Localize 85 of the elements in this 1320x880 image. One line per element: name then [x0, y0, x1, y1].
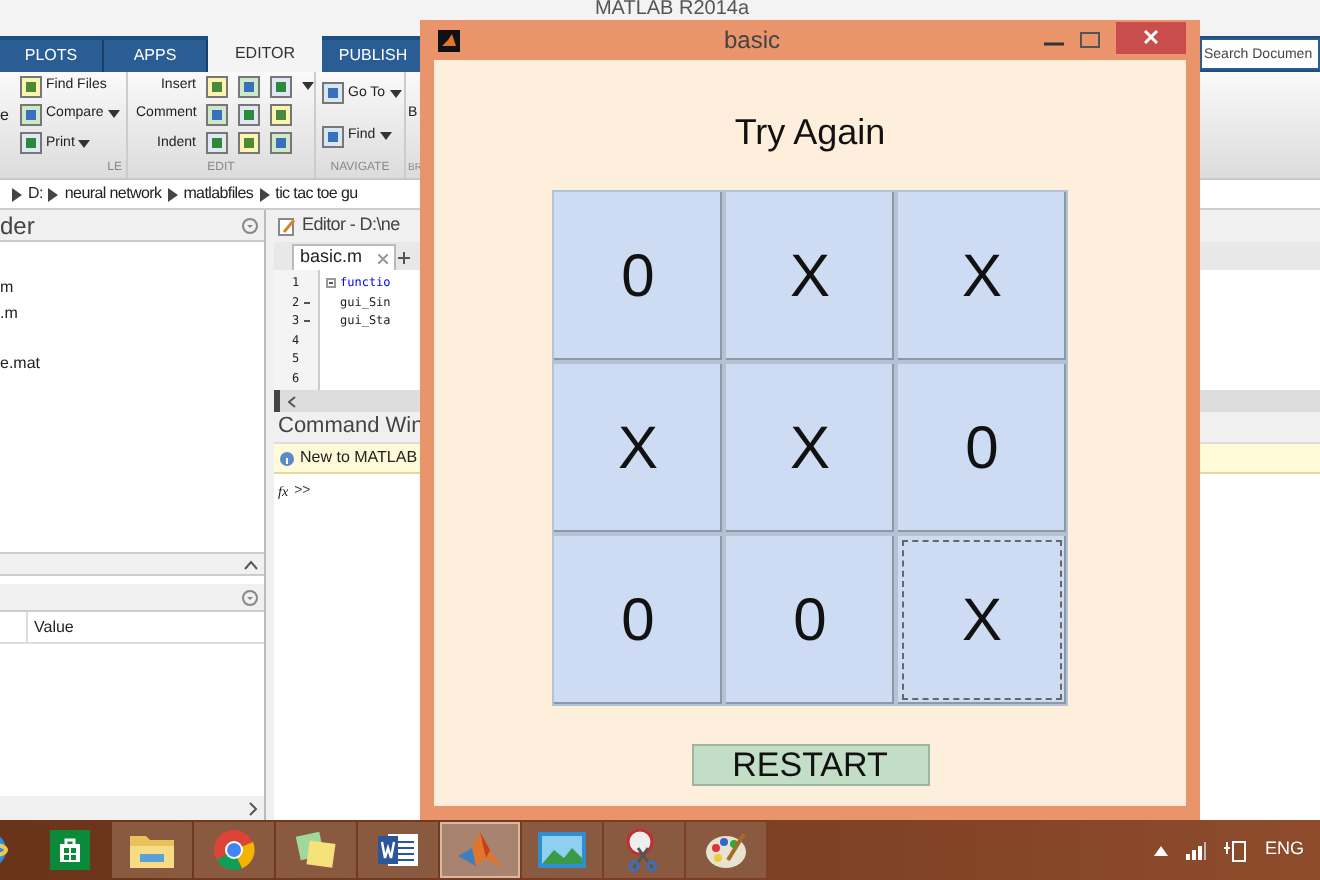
fold-icon[interactable]	[326, 278, 336, 289]
toolbar-icon[interactable]	[206, 103, 228, 126]
language-indicator[interactable]: ENG	[1264, 836, 1304, 864]
plus-icon[interactable]	[398, 252, 411, 264]
panel-menu-icon[interactable]	[242, 217, 258, 233]
caret-icon	[389, 89, 402, 98]
taskbar-app[interactable]	[112, 822, 192, 878]
toolbar-icon[interactable]	[206, 132, 228, 155]
taskbar-app[interactable]	[358, 822, 438, 878]
toolbar-icon[interactable]	[322, 82, 344, 105]
panel-menu-icon[interactable]	[242, 589, 258, 605]
path-segment[interactable]: neural network	[64, 182, 162, 206]
toolbar-icon[interactable]	[270, 132, 292, 155]
toolbar-icon[interactable]	[238, 75, 260, 98]
maximize-icon[interactable]	[1080, 32, 1100, 48]
figure-logo-icon	[438, 29, 460, 51]
toolbar-icon[interactable]	[238, 132, 260, 155]
file-name[interactable]: e.mat	[0, 352, 264, 376]
pencil-icon	[278, 217, 296, 235]
toolbar-icon[interactable]	[238, 103, 260, 126]
path-segment[interactable]: D:	[28, 182, 43, 206]
column-header[interactable]: Value	[28, 612, 74, 642]
collapse-icon[interactable]	[244, 559, 258, 569]
sticky-notes-icon	[294, 830, 338, 870]
chevron-icon	[12, 187, 22, 201]
close-icon[interactable]	[378, 253, 389, 263]
ribbon-tab[interactable]: PLOTS	[0, 40, 104, 72]
ribbon-tab[interactable]: APPS	[104, 40, 208, 72]
window-title: basic	[721, 24, 782, 58]
path-segment[interactable]: tic tac toe gu	[275, 182, 358, 206]
toolbar-icon[interactable]	[20, 103, 42, 126]
board-cell[interactable]: X	[896, 534, 1068, 706]
file-tab[interactable]: basic.m	[292, 244, 397, 270]
info-icon	[280, 451, 294, 465]
chevron-icon	[48, 187, 59, 201]
scroll-right-icon[interactable]	[248, 801, 258, 815]
toolbar-icon[interactable]	[270, 103, 292, 126]
status-message: Try Again	[734, 110, 886, 154]
paint-palette-icon	[704, 828, 748, 872]
toolbar-icon[interactable]	[322, 125, 344, 148]
signal-icon[interactable]	[1186, 841, 1207, 859]
caret-icon	[302, 82, 314, 91]
board-cell[interactable]: 0	[552, 534, 724, 706]
chevron-icon	[259, 187, 270, 201]
toolbar-icon[interactable]	[20, 132, 42, 155]
taskbar-app[interactable]	[604, 822, 684, 878]
folder-icon	[128, 830, 176, 870]
document-icon	[376, 830, 420, 870]
taskbar-app[interactable]	[686, 822, 766, 878]
board-cell[interactable]: 0	[896, 362, 1068, 534]
landscape-photo-icon	[538, 832, 586, 868]
chevron-icon	[167, 187, 178, 201]
toolbar-icon[interactable]	[20, 75, 42, 98]
window-title: MATLAB R2014a	[594, 0, 750, 24]
scroll-left-icon[interactable]	[288, 395, 296, 407]
panel-title: Editor - D:\ne	[302, 212, 400, 239]
up-arrow-icon[interactable]	[1154, 845, 1169, 855]
board-cell[interactable]: X	[724, 190, 896, 362]
panel-title: der	[0, 209, 35, 243]
ribbon-tab[interactable]: EDITOR	[208, 36, 322, 72]
close-icon	[1144, 30, 1158, 44]
chrome-logo-icon	[212, 828, 256, 872]
path-segment[interactable]: matlabfiles	[183, 182, 254, 206]
ribbon-tab[interactable]: PUBLISH	[322, 40, 426, 72]
restart-button[interactable]: RESTART	[691, 744, 929, 786]
toolbar-label[interactable]: e	[0, 103, 8, 127]
breakpoint-dash[interactable]	[304, 301, 310, 304]
board-cell[interactable]: X	[724, 362, 896, 534]
device-icon[interactable]	[1224, 839, 1247, 861]
board-cell[interactable]: X	[896, 190, 1068, 362]
board-cell[interactable]: 0	[724, 534, 896, 706]
close-button[interactable]	[1116, 21, 1186, 53]
board-cell[interactable]: X	[552, 362, 724, 534]
file-name[interactable]: m	[0, 276, 264, 300]
taskbar-app[interactable]	[276, 822, 356, 878]
board-cell[interactable]: 0	[552, 190, 724, 362]
toolbar-icon[interactable]	[270, 75, 292, 98]
shopping-bag-icon	[50, 830, 90, 870]
caret-icon	[379, 132, 392, 141]
peak-logo-icon	[456, 828, 504, 872]
toolbar-icon[interactable]	[206, 75, 228, 98]
file-name[interactable]: .m	[0, 302, 264, 326]
notice-text: New to MATLAB	[300, 446, 418, 470]
caret-icon	[78, 139, 91, 148]
caret-icon	[107, 110, 120, 119]
